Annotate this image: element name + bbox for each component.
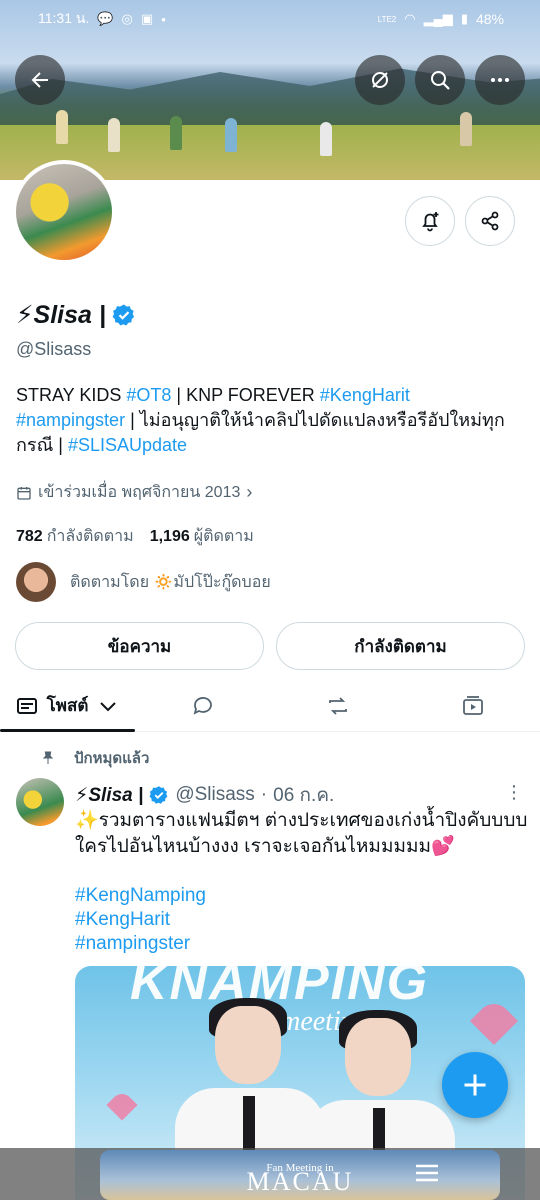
- banner-figure: [170, 116, 182, 150]
- bio-hashtag[interactable]: #SLISAUpdate: [68, 435, 187, 455]
- pinned-label: ปักหมุดแล้ว: [74, 750, 150, 767]
- bell-plus-icon: [422, 212, 439, 232]
- followed-by-text: ติดตามโดย 🔅มัปโป๊ะกู๊ดบอย: [70, 573, 271, 591]
- tab-posts-label: โพสต์: [46, 696, 89, 715]
- ad-line2: MACAU: [246, 1167, 354, 1196]
- reply-icon: [193, 696, 212, 715]
- more-notifications-icon: •: [161, 11, 166, 27]
- banner-figure: [56, 110, 68, 144]
- post-header: ⚡Slisa | @Slisass · 06 ก.ค.: [75, 780, 334, 810]
- bio-hashtag[interactable]: #KengHarit: [320, 385, 410, 405]
- pin-icon: [42, 751, 54, 764]
- media-icon: [462, 695, 483, 715]
- post-hashtags: #KengNamping #KengHarit #nampingster: [75, 884, 206, 956]
- heart-decoration: [106, 1089, 138, 1121]
- more-options-button[interactable]: [475, 55, 525, 105]
- wifi-icon: ◠: [404, 11, 416, 26]
- profile-bio: STRAY KIDS #OT8 | KNP FOREVER #KengHarit…: [16, 383, 526, 458]
- post-author-name[interactable]: ⚡Slisa |: [75, 784, 143, 807]
- banner-figure: [108, 118, 120, 152]
- heart-decoration: [469, 996, 519, 1046]
- search-icon: [431, 71, 450, 90]
- bio-hashtag[interactable]: #OT8: [126, 385, 171, 405]
- followers-count: 1,196: [149, 528, 190, 545]
- eye-slash-icon: [372, 72, 388, 88]
- post-text: ✨รวมตารางแฟนมีตฯ ต่างประเทศของเก่งน้ำปิง…: [75, 810, 528, 857]
- avatar-image: [16, 164, 112, 260]
- following-link[interactable]: 782 กำลังติดตาม: [16, 524, 134, 549]
- chevron-right-icon: ›: [246, 482, 253, 502]
- ellipsis-icon: [491, 78, 509, 82]
- share-button[interactable]: [465, 196, 515, 246]
- post-author-handle[interactable]: @Slisass: [175, 784, 254, 806]
- calendar-icon: [17, 486, 31, 500]
- following-button[interactable]: กำลังติดตาม: [276, 622, 525, 670]
- back-button[interactable]: [15, 55, 65, 105]
- followers-link[interactable]: 1,196 ผู้ติดตาม: [150, 524, 254, 549]
- menu-icon[interactable]: [414, 1162, 440, 1184]
- followed-by[interactable]: ติดตามโดย 🔅มัปโป๊ะกู๊ดบอย: [16, 562, 271, 602]
- instagram-icon: ◎: [121, 11, 133, 26]
- profile-avatar[interactable]: [12, 160, 116, 264]
- arrow-left-icon: [31, 72, 48, 88]
- banner-figure: [225, 118, 237, 152]
- tab-posts[interactable]: โพสต์: [0, 680, 135, 732]
- signal-icon: ▂▄▆: [423, 11, 453, 26]
- bio-text: | KNP FOREVER: [171, 385, 320, 405]
- search-button[interactable]: [415, 55, 465, 105]
- posts-icon: [16, 697, 37, 714]
- profile-tabs: โพสต์: [0, 680, 540, 732]
- message-button[interactable]: ข้อความ: [15, 622, 264, 670]
- joined-text: เข้าร่วมเมื่อ พฤศจิกายน 2013: [38, 484, 241, 501]
- post-hashtag[interactable]: #nampingster: [75, 932, 206, 956]
- repost-icon: [328, 696, 347, 715]
- profile-handle: @Slisass: [16, 339, 92, 359]
- banner-figure: [320, 122, 332, 156]
- chevron-down-icon: [100, 701, 117, 711]
- follow-stats: 782 กำลังติดตาม 1,196 ผู้ติดตาม: [16, 524, 254, 549]
- following-count: 782: [16, 528, 43, 545]
- pinned-indicator: ปักหมุดแล้ว: [40, 746, 149, 770]
- battery-icon: ▮: [460, 11, 468, 26]
- post-date[interactable]: 06 ก.ค.: [273, 780, 334, 810]
- following-label: กำลังติดตาม: [46, 528, 134, 545]
- joined-date[interactable]: เข้าร่วมเมื่อ พฤศจิกายน 2013 ›: [16, 480, 252, 505]
- battery-level: 48%: [475, 11, 504, 27]
- app-notification-icon: ▣: [140, 11, 154, 26]
- bio-text: STRAY KIDS: [16, 385, 127, 405]
- profile-name-row: ⚡Slisa |: [16, 300, 136, 330]
- verified-badge-icon[interactable]: [112, 303, 136, 327]
- tab-reposts[interactable]: [270, 680, 405, 731]
- tab-media[interactable]: [405, 680, 540, 731]
- ad-banner[interactable]: Fan Meeting in MACAU: [100, 1150, 500, 1200]
- verified-badge-icon: [149, 786, 168, 804]
- clock: 11:31 น.: [38, 10, 90, 26]
- status-bar: 11:31 น. 💬 ◎ ▣ • LTE2 ◠ ▂▄▆ ▮ 48%: [0, 0, 540, 38]
- chat-notification-icon: 💬: [97, 11, 114, 26]
- share-icon: [481, 211, 499, 231]
- banner-figure: [460, 112, 472, 146]
- display-name: ⚡Slisa |: [16, 301, 106, 329]
- hide-content-button[interactable]: [355, 55, 405, 105]
- post-more-icon[interactable]: ⋮: [505, 782, 523, 803]
- plus-icon: [464, 1074, 486, 1096]
- network-type: LTE2: [377, 14, 397, 24]
- compose-button[interactable]: [442, 1052, 508, 1118]
- follower-avatar: [16, 562, 56, 602]
- post-separator: ·: [260, 784, 268, 805]
- tab-replies[interactable]: [135, 680, 270, 731]
- notifications-button[interactable]: [405, 196, 455, 246]
- post-hashtag[interactable]: #KengNamping: [75, 884, 206, 908]
- followers-label: ผู้ติดตาม: [193, 528, 254, 545]
- post-hashtag[interactable]: #KengHarit: [75, 908, 206, 932]
- post-author-avatar[interactable]: [16, 778, 64, 826]
- bio-hashtag[interactable]: #nampingster: [16, 410, 125, 430]
